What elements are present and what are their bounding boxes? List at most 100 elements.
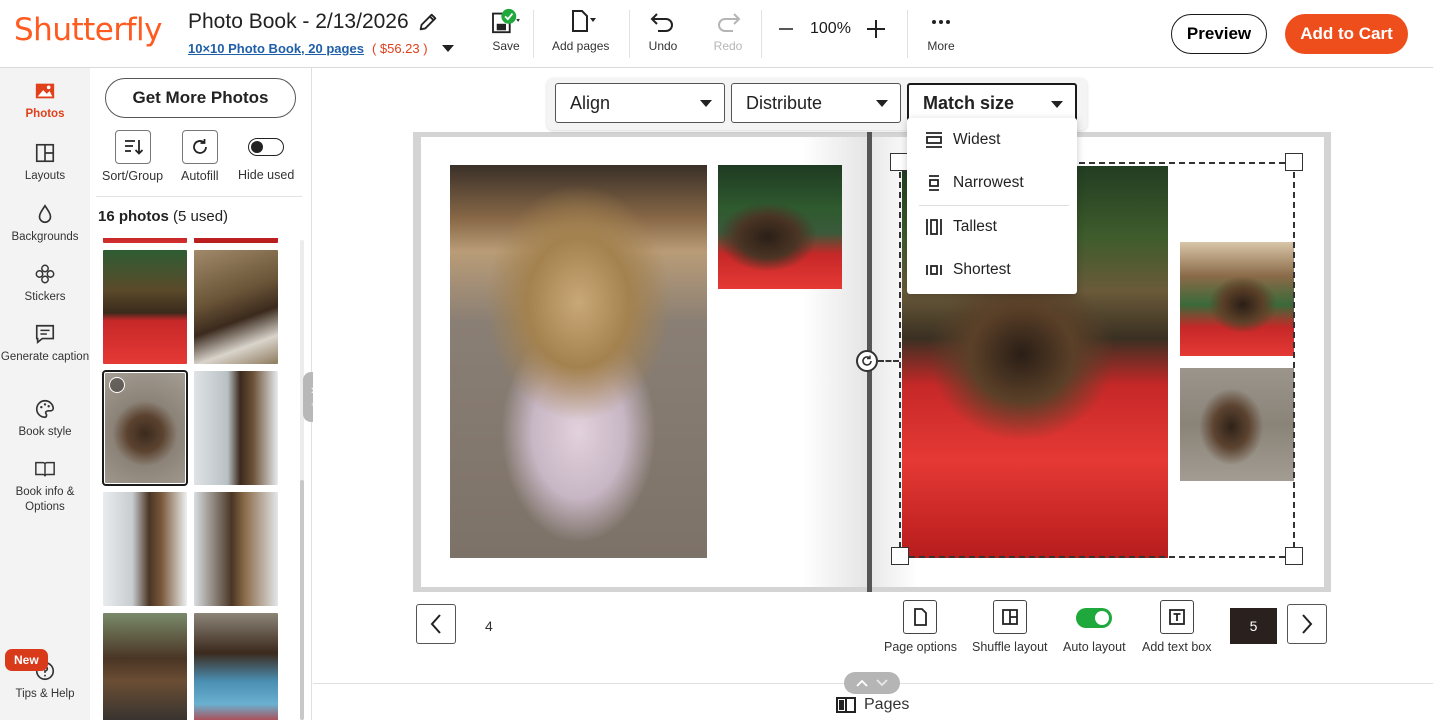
pages-panel-toggle[interactable]: [844, 672, 900, 694]
align-dropdown[interactable]: Align: [555, 83, 725, 123]
menu-item-widest[interactable]: Widest: [907, 120, 1077, 160]
caret-down-icon: [876, 100, 888, 107]
photos-panel: Get More Photos Sort/Group Autofill Hide…: [90, 68, 312, 720]
chevron-left-icon: [430, 614, 441, 634]
resize-handle-top-right[interactable]: [1285, 153, 1303, 171]
add-text-box-button[interactable]: Add text box: [1142, 600, 1212, 654]
photo-thumbnail-selected[interactable]: [102, 370, 188, 486]
menu-item-shortest[interactable]: Shortest: [907, 250, 1077, 290]
zoom-level: 100%: [810, 20, 851, 37]
right-page-number[interactable]: 5: [1230, 608, 1277, 644]
chevron-down-icon[interactable]: [441, 45, 454, 52]
undo-icon: [650, 13, 673, 32]
caret-down-icon: [1051, 101, 1063, 108]
match-size-menu: Widest Narrowest Tallest Shortest: [907, 118, 1077, 294]
distribute-dropdown[interactable]: Distribute: [731, 83, 901, 123]
resize-handle-bottom-left[interactable]: [891, 547, 909, 565]
menu-divider: [919, 205, 1069, 206]
chevron-up-icon: [856, 679, 868, 687]
toggle-switch[interactable]: [248, 138, 285, 156]
pages-icon: [836, 697, 856, 713]
check-icon: [109, 377, 125, 393]
photo-thumbnail[interactable]: [194, 250, 278, 364]
rotate-handle[interactable]: [856, 350, 878, 372]
next-page-button[interactable]: [1287, 604, 1327, 644]
layouts-icon: [35, 143, 55, 163]
nav-generate-caption[interactable]: Generate caption: [0, 323, 90, 365]
photo-thumbnail[interactable]: [194, 238, 278, 243]
narrowest-icon: [929, 175, 939, 191]
page-options-button[interactable]: Page options: [884, 600, 957, 654]
nav-book-style[interactable]: Book style: [0, 398, 90, 440]
prev-page-button[interactable]: [416, 604, 456, 644]
resize-handle-bottom-right[interactable]: [1285, 547, 1303, 565]
match-size-dropdown[interactable]: Match size: [907, 83, 1077, 123]
page-icon: [914, 608, 928, 626]
stickers-icon: [35, 264, 55, 284]
menu-item-tallest[interactable]: Tallest: [907, 207, 1077, 247]
rotate-icon: [862, 355, 872, 366]
photo-thumbnail[interactable]: [194, 613, 278, 720]
project-title[interactable]: Photo Book - 2/13/2026: [188, 10, 409, 34]
hide-used-toggle[interactable]: Hide used: [238, 130, 294, 182]
top-bar: Shutterfly Photo Book - 2/13/2026 10×10 …: [0, 0, 1433, 68]
add-page-icon: [571, 10, 596, 32]
shutterfly-logo[interactable]: Shutterfly: [14, 12, 162, 48]
toggle-switch-on[interactable]: [1076, 608, 1113, 628]
photo-dog-pajamas[interactable]: [450, 165, 707, 558]
photo-thumbnail[interactable]: [103, 250, 187, 364]
tallest-icon: [926, 219, 942, 235]
redo-button[interactable]: Redo: [713, 8, 743, 53]
nav-stickers[interactable]: Stickers: [0, 263, 90, 305]
photo-thumbnail[interactable]: [194, 492, 278, 606]
palette-icon: [36, 399, 55, 419]
photo-thumbnail[interactable]: [194, 371, 278, 485]
project-title-row: Photo Book - 2/13/2026: [188, 10, 439, 34]
caption-icon: [35, 324, 55, 344]
save-icon: [492, 8, 520, 34]
photo-thumbnail[interactable]: [103, 238, 187, 243]
sort-group-button[interactable]: Sort/Group: [102, 130, 163, 183]
book-icon: [35, 461, 55, 477]
save-button[interactable]: Save: [486, 8, 526, 53]
pencil-icon[interactable]: [417, 11, 439, 33]
resize-handle-top-left[interactable]: [890, 153, 908, 171]
photo-thumbnail[interactable]: [103, 613, 187, 720]
redo-icon: [718, 13, 741, 32]
toolbar-divider: [629, 10, 630, 58]
shuffle-layout-button[interactable]: Shuffle layout: [972, 600, 1048, 654]
shortest-icon: [926, 265, 942, 275]
preview-button[interactable]: Preview: [1171, 14, 1267, 54]
pages-button[interactable]: Pages: [836, 696, 909, 714]
left-page-number: 4: [485, 618, 493, 634]
nav-book-info[interactable]: Book info & Options: [0, 458, 90, 515]
zoom-out-icon[interactable]: [776, 19, 796, 39]
photos-icon: [35, 83, 55, 99]
refresh-icon: [192, 139, 207, 154]
layout-icon: [1001, 609, 1018, 625]
nav-layouts[interactable]: Layouts: [0, 142, 90, 184]
chevron-down-icon: [876, 679, 888, 687]
chevron-right-icon: [1302, 614, 1313, 634]
product-link[interactable]: 10×10 Photo Book, 20 pages: [188, 41, 364, 56]
widest-icon: [926, 132, 942, 148]
nav-backgrounds[interactable]: Backgrounds: [0, 203, 90, 245]
add-pages-button[interactable]: Add pages: [552, 8, 609, 53]
photo-count: 16 photos (5 used): [98, 208, 229, 225]
menu-item-narrowest[interactable]: Narrowest: [907, 163, 1077, 203]
caret-down-icon: [700, 100, 712, 107]
more-button[interactable]: More: [926, 8, 956, 53]
photo-dog-tree-small[interactable]: [718, 165, 842, 289]
panel-scrollbar[interactable]: [300, 240, 304, 720]
get-more-photos-button[interactable]: Get More Photos: [105, 78, 296, 118]
new-badge: New: [5, 649, 48, 671]
left-nav: Photos Layouts Backgrounds Stickers Gene…: [0, 68, 90, 720]
add-to-cart-button[interactable]: Add to Cart: [1285, 14, 1408, 54]
nav-photos[interactable]: Photos: [0, 80, 90, 122]
auto-layout-toggle[interactable]: Auto layout: [1063, 600, 1126, 654]
autofill-button[interactable]: Autofill: [181, 130, 219, 183]
zoom-in-icon[interactable]: [865, 18, 887, 40]
undo-button[interactable]: Undo: [648, 8, 678, 53]
photo-thumbnail[interactable]: [103, 492, 187, 606]
toolbar-divider: [533, 10, 534, 58]
